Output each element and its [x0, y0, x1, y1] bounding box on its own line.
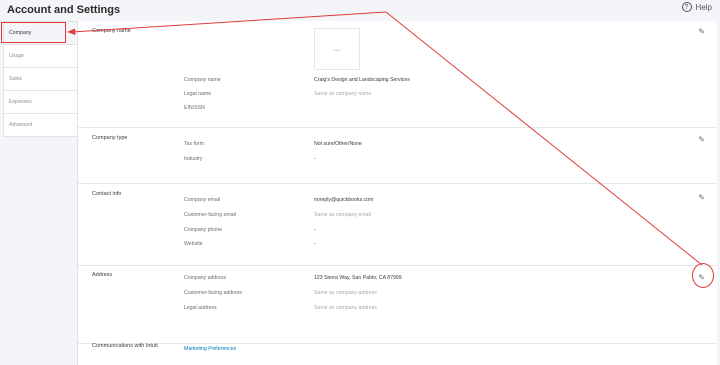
- marketing-preferences-link[interactable]: Marketing Preferences: [184, 346, 236, 352]
- company-email-value: noreply@quickbooks.com: [314, 197, 374, 203]
- company-address-value: 123 Sierra Way, San Pablo, CA 87999: [314, 275, 402, 281]
- help-icon: ?: [681, 2, 692, 12]
- help-button[interactable]: ? Help: [681, 2, 712, 12]
- industry-value: -: [314, 156, 316, 162]
- sidebar-item-expenses[interactable]: Expenses: [4, 91, 78, 114]
- website-value: -: [314, 241, 316, 247]
- annotation-highlight-box: [1, 22, 66, 43]
- edit-pencil-icon[interactable]: ✎: [698, 193, 705, 202]
- section-title: Contact info: [92, 191, 122, 197]
- field-label: Legal address: [184, 305, 217, 311]
- section-company-name[interactable]: Company name logo Company name Craig's D…: [78, 21, 717, 128]
- settings-main-panel: Company name logo Company name Craig's D…: [77, 21, 717, 365]
- section-communications: Communications with Intuit Marketing Pre…: [78, 343, 717, 365]
- sidebar-item-advanced[interactable]: Advanced: [4, 114, 78, 136]
- section-title: Address: [92, 272, 113, 278]
- field-label: Company phone: [184, 227, 223, 233]
- field-label: Tax form: [184, 141, 204, 147]
- field-label: Legal name: [184, 91, 212, 97]
- tax-form-value: Not sure/Other/None: [314, 141, 362, 147]
- sidebar-item-sales[interactable]: Sales: [4, 68, 78, 91]
- customer-address-value: Same as company address: [314, 290, 377, 296]
- legal-address-value: Same as company address: [314, 305, 377, 311]
- section-address[interactable]: Address Company address 123 Sierra Way, …: [78, 265, 717, 344]
- company-phone-value: -: [314, 227, 316, 233]
- edit-pencil-icon[interactable]: ✎: [698, 27, 705, 36]
- field-label: Industry: [184, 156, 203, 162]
- annotation-highlight-circle: [692, 263, 714, 288]
- field-label: EIN/SSN: [184, 105, 205, 111]
- section-contact-info[interactable]: Contact info Company email noreply@quick…: [78, 183, 717, 266]
- field-label: Company email: [184, 197, 221, 203]
- company-name-value: Craig's Design and Landscaping Services: [314, 77, 410, 83]
- section-title: Communications with Intuit: [92, 343, 158, 349]
- company-logo-placeholder[interactable]: logo: [314, 28, 360, 70]
- field-label: Company name: [184, 77, 221, 83]
- field-label: Company address: [184, 275, 227, 281]
- field-label: Customer-facing address: [184, 290, 242, 296]
- section-title: Company name: [92, 28, 131, 34]
- section-title: Company type: [92, 135, 128, 141]
- field-label: Customer-facing email: [184, 212, 236, 218]
- logo-placeholder-text: logo: [333, 46, 341, 52]
- edit-pencil-icon[interactable]: ✎: [698, 135, 705, 144]
- legal-name-value: Same as company name: [314, 91, 372, 97]
- page-title: Account and Settings: [7, 4, 121, 16]
- customer-email-value: Same as company email: [314, 212, 371, 218]
- field-label: Website: [184, 241, 203, 247]
- section-company-type[interactable]: Company type Tax form Not sure/Other/Non…: [78, 127, 717, 184]
- sidebar-item-usage[interactable]: Usage: [4, 45, 78, 68]
- help-label: Help: [695, 2, 712, 12]
